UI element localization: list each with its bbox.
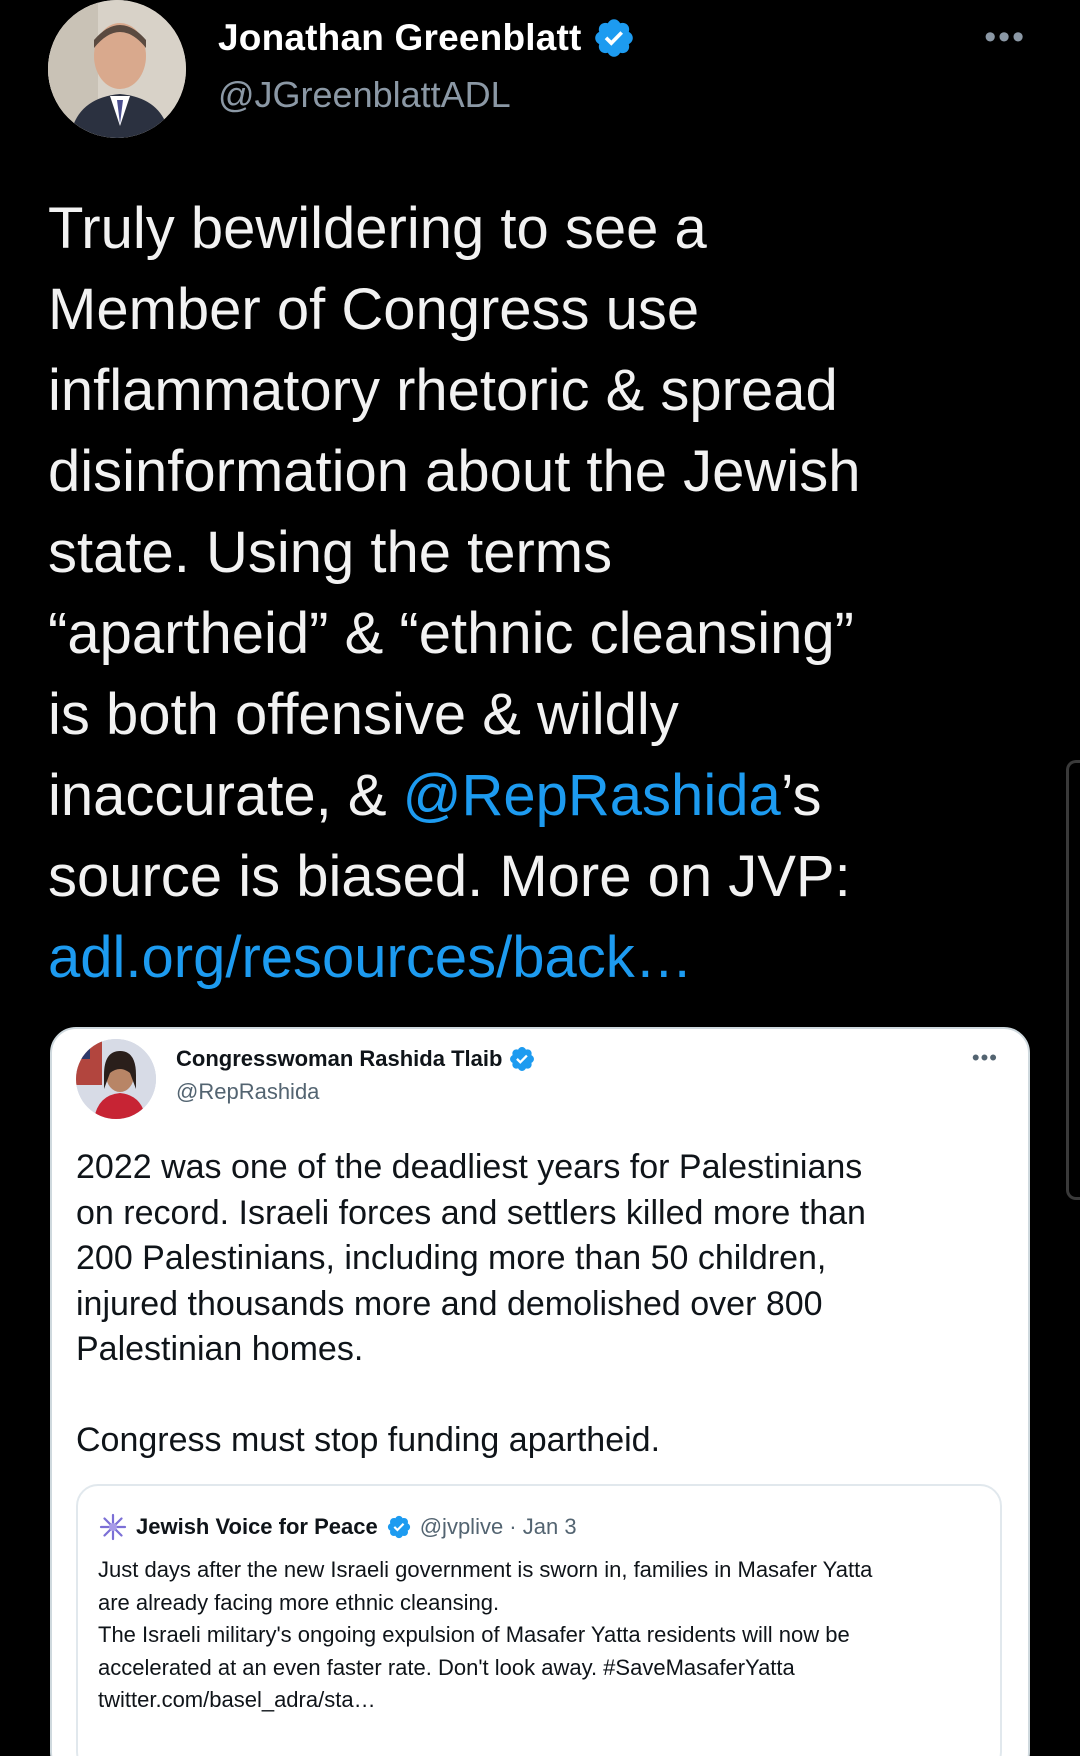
quoted-author-name: Congresswoman Rashida Tlaib	[176, 1046, 503, 1071]
verified-badge-icon	[594, 19, 633, 57]
quoted-tweet-image[interactable]: Congresswoman Rashida Tlaib @RepRashida …	[50, 1027, 1030, 1756]
tweet-screen: Jonathan Greenblatt @JGreenblattADL ••• …	[0, 0, 1080, 1756]
verified-badge-icon	[510, 1047, 535, 1071]
author-name-row: Jonathan Greenblatt	[218, 16, 636, 60]
nested-meta: @jvplive · Jan 3	[419, 1514, 577, 1539]
scroll-indicator[interactable]	[1066, 760, 1080, 1200]
more-options-icon[interactable]: •••	[984, 18, 1026, 57]
author-handle[interactable]: @JGreenblattADL	[218, 74, 511, 116]
url-link[interactable]: adl.org/resources/back…	[48, 925, 693, 990]
nested-author-name: Jewish Voice for Peace	[136, 1514, 378, 1539]
verified-badge-icon	[387, 1515, 410, 1539]
nested-quote-text: Just days after the new Israeli governme…	[98, 1557, 873, 1712]
author-name[interactable]: Jonathan Greenblatt	[218, 17, 582, 59]
mention-link[interactable]: @RepRashida	[403, 763, 781, 828]
quoted-tweet-text: 2022 was one of the deadliest years for …	[76, 1148, 866, 1459]
quoted-name-row: Congresswoman Rashida Tlaib	[176, 1045, 536, 1073]
nested-quote-header: Jewish Voice for Peace @jvplive · Jan 3	[98, 1512, 577, 1542]
jvp-logo-icon	[99, 1513, 127, 1541]
author-avatar[interactable]	[48, 0, 186, 138]
quoted-author-handle: @RepRashida	[176, 1079, 320, 1104]
quoted-author-avatar	[76, 1039, 156, 1119]
tweet-text-part1: Truly bewildering to see a Member of Con…	[48, 196, 861, 828]
nested-quote: Jewish Voice for Peace @jvplive · Jan 3 …	[76, 1484, 1002, 1756]
tweet-text: Truly bewildering to see a Member of Con…	[48, 188, 1038, 998]
quoted-more-icon: •••	[971, 1045, 998, 1070]
